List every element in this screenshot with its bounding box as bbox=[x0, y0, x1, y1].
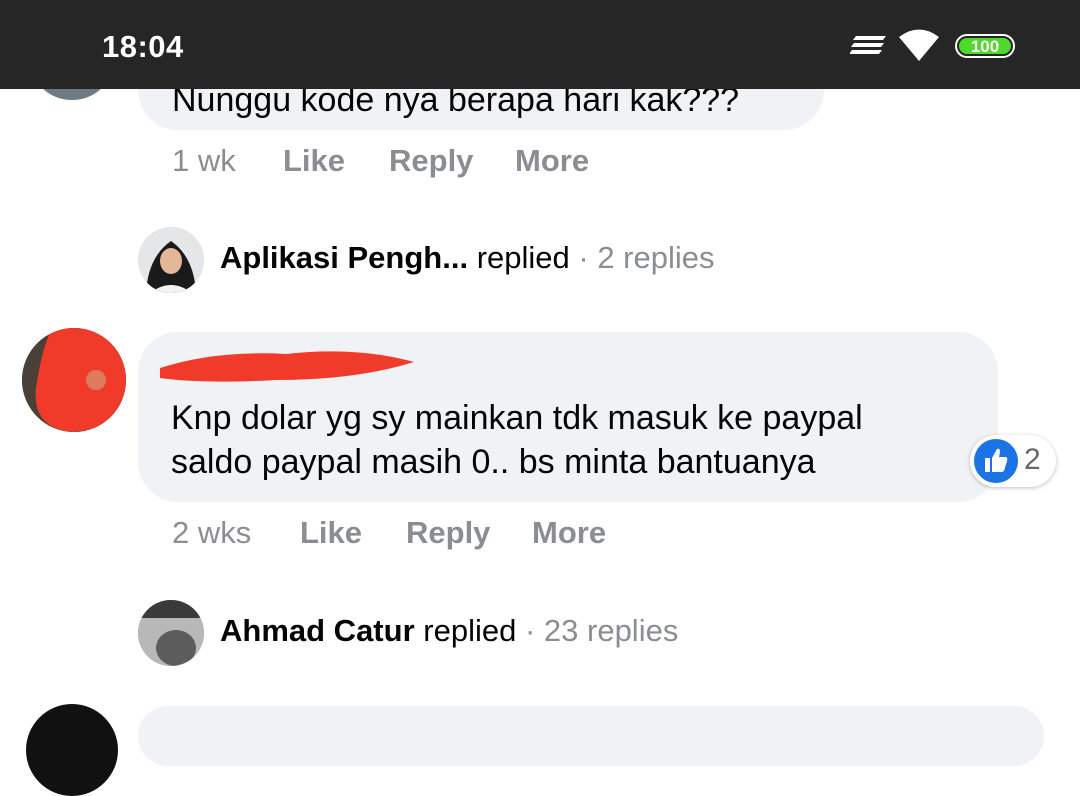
comment-bubble[interactable] bbox=[138, 706, 1044, 766]
comment-text-line-2: saldo paypal masih 0.. bs minta bantuany… bbox=[171, 443, 816, 481]
like-button[interactable]: Like bbox=[300, 515, 362, 551]
battery-level: 100 bbox=[959, 38, 1011, 55]
avatar-redaction bbox=[22, 328, 126, 432]
wifi-icon bbox=[899, 29, 939, 61]
status-time: 18:04 bbox=[102, 29, 184, 64]
view-replies-link[interactable]: Ahmad Catur replied · 23 replies bbox=[220, 613, 678, 649]
reply-verb: replied bbox=[476, 240, 570, 275]
reply-button[interactable]: Reply bbox=[389, 143, 473, 179]
reply-verb: replied bbox=[423, 613, 517, 648]
more-button[interactable]: More bbox=[515, 143, 589, 179]
reply-button[interactable]: Reply bbox=[406, 515, 490, 551]
reaction-summary[interactable]: 2 bbox=[970, 435, 1056, 487]
avatar-image bbox=[138, 227, 204, 293]
comment-bubble[interactable]: Knp dolar yg sy mainkan tdk masuk ke pay… bbox=[138, 332, 998, 502]
reply-author: Aplikasi Pengh... bbox=[220, 240, 469, 275]
like-icon bbox=[974, 439, 1018, 483]
reply-avatar[interactable] bbox=[138, 227, 204, 293]
battery-icon: 100 bbox=[955, 34, 1015, 58]
reply-separator: · bbox=[524, 613, 536, 648]
comment-actions: 1 wk Like Reply More bbox=[172, 143, 632, 183]
comment-actions: 2 wks Like Reply More bbox=[172, 515, 632, 555]
reply-avatar[interactable] bbox=[138, 600, 204, 666]
like-button[interactable]: Like bbox=[283, 143, 345, 179]
reply-count: 23 replies bbox=[543, 613, 679, 648]
comment-text-line-1: Knp dolar yg sy mainkan tdk masuk ke pay… bbox=[171, 399, 863, 437]
reaction-count: 2 bbox=[1024, 443, 1041, 476]
reply-separator: · bbox=[578, 240, 589, 275]
view-replies-link[interactable]: Aplikasi Pengh... replied · 2 replies bbox=[220, 240, 715, 276]
avatar[interactable] bbox=[22, 328, 126, 432]
more-button[interactable]: More bbox=[532, 515, 606, 551]
avatar[interactable] bbox=[26, 704, 118, 796]
signal-icon bbox=[850, 36, 886, 54]
redacted-name bbox=[160, 351, 414, 382]
comment-timestamp[interactable]: 1 wk bbox=[172, 143, 236, 179]
avatar-image bbox=[138, 600, 204, 666]
reply-author: Ahmad Catur bbox=[220, 613, 415, 648]
reply-count: 2 replies bbox=[597, 240, 715, 275]
status-bar: 18:04 100 bbox=[0, 0, 1080, 89]
comment-timestamp[interactable]: 2 wks bbox=[172, 515, 251, 551]
